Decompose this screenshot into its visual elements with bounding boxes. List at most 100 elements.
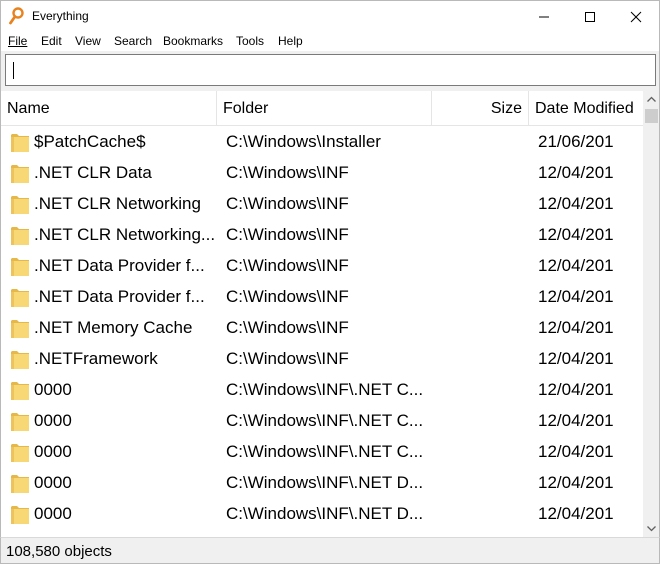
object-count: 108,580 objects — [6, 543, 112, 560]
menu-bookmarks[interactable]: Bookmarks — [163, 34, 223, 48]
cell-name: $PatchCache$ — [34, 132, 146, 151]
maximize-button[interactable] — [567, 1, 613, 32]
folder-icon — [11, 320, 29, 338]
text-caret — [13, 62, 14, 79]
search-area — [0, 51, 660, 91]
cell-date-modified: 12/04/201 — [538, 225, 614, 244]
table-row[interactable]: .NET Data Provider f... C:\Windows\INF 12/… — [1, 282, 643, 313]
folder-icon — [11, 444, 29, 462]
column-header: Name Folder Size Date Modified — [1, 91, 643, 126]
cell-name: .NET Data Provider f... — [34, 287, 205, 306]
cell-date-modified: 12/04/201 — [538, 318, 614, 337]
cell-folder: C:\Windows\INF — [226, 163, 349, 182]
cell-date-modified: 12/04/201 — [538, 504, 614, 523]
cell-name: .NET CLR Data — [34, 163, 152, 182]
title-bar: Everything — [0, 0, 660, 31]
table-row[interactable]: .NET CLR Data C:\Windows\INF 12/04/201 — [1, 158, 643, 189]
column-label: Size — [490, 100, 522, 117]
scrollbar-thumb[interactable] — [645, 109, 658, 123]
cell-name: 0000 — [34, 380, 72, 399]
vertical-scrollbar[interactable] — [643, 91, 660, 537]
menu-tools[interactable]: Tools — [236, 34, 264, 48]
folder-icon — [11, 506, 29, 524]
table-row[interactable]: .NET CLR Networking C:\Windows\INF 12/04/2… — [1, 189, 643, 220]
cell-name: .NET Data Provider f... — [34, 256, 205, 275]
folder-icon — [11, 227, 29, 245]
cell-name: .NET CLR Networking — [34, 194, 201, 213]
results-list[interactable]: Name Folder Size Date Modified $PatchCac… — [0, 91, 660, 537]
table-row[interactable]: $PatchCache$ C:\Windows\Installer 21/06/20… — [1, 127, 643, 158]
cell-name: 0000 — [34, 411, 72, 430]
window-title: Everything — [32, 9, 89, 23]
cell-folder: C:\Windows\INF — [226, 194, 349, 213]
menu-label: Edit — [41, 34, 62, 48]
folder-icon — [11, 165, 29, 183]
menu-search[interactable]: Search — [114, 34, 152, 48]
table-row[interactable]: .NETFramework C:\Windows\INF 12/04/201 — [1, 344, 643, 375]
cell-date-modified: 12/04/201 — [538, 194, 614, 213]
magnifier-icon[interactable] — [9, 7, 25, 25]
cell-folder: C:\Windows\Installer — [226, 132, 381, 151]
cell-name: .NETFramework — [34, 349, 158, 368]
cell-name: 0000 — [34, 473, 72, 492]
menu-help[interactable]: Help — [278, 34, 303, 48]
column-name[interactable]: Name — [1, 91, 217, 126]
cell-name: 0000 — [34, 504, 72, 523]
table-row[interactable]: 0000 C:\Windows\INF\.NET C... 12/04/201 — [1, 406, 643, 437]
column-date-modified[interactable]: Date Modified — [529, 91, 643, 126]
cell-folder: C:\Windows\INF\.NET D... — [226, 504, 424, 523]
column-label: Folder — [223, 100, 269, 117]
menu-file[interactable]: File — [8, 34, 27, 48]
cell-folder: C:\Windows\INF\.NET D... — [226, 473, 424, 492]
cell-folder: C:\Windows\INF\.NET C... — [226, 411, 424, 430]
cell-folder: C:\Windows\INF — [226, 225, 349, 244]
cell-folder: C:\Windows\INF\.NET C... — [226, 442, 424, 461]
minimize-button[interactable] — [521, 1, 567, 32]
menu-label: Tools — [236, 34, 265, 48]
close-icon — [630, 11, 642, 23]
menu-label: File — [8, 34, 28, 48]
scroll-up-icon[interactable] — [643, 91, 660, 108]
folder-icon — [11, 289, 29, 307]
scroll-down-icon[interactable] — [643, 520, 660, 537]
table-row[interactable]: .NET Data Provider f... C:\Windows\INF 12/… — [1, 251, 643, 282]
menu-label: Search — [114, 34, 153, 48]
cell-folder: C:\Windows\INF — [226, 287, 349, 306]
cell-name: .NET Memory Cache — [34, 318, 193, 337]
folder-icon — [11, 382, 29, 400]
menu-edit[interactable]: Edit — [41, 34, 62, 48]
cell-date-modified: 12/04/201 — [538, 287, 614, 306]
folder-icon — [11, 258, 29, 276]
table-row[interactable]: 0000 C:\Windows\INF\.NET C... 12/04/201 — [1, 375, 643, 406]
column-folder[interactable]: Folder — [217, 91, 432, 126]
table-row[interactable]: 0000 C:\Windows\INF\.NET D... 12/04/201 — [1, 499, 643, 530]
menu-label: View — [75, 34, 101, 48]
search-input[interactable] — [5, 54, 656, 86]
cell-folder: C:\Windows\INF — [226, 349, 349, 368]
cell-date-modified: 12/04/201 — [538, 256, 614, 275]
folder-icon — [11, 351, 29, 369]
menu-view[interactable]: View — [75, 34, 101, 48]
column-label: Date Modified — [535, 100, 634, 117]
column-label: Name — [7, 100, 50, 117]
cell-folder: C:\Windows\INF\.NET C... — [226, 380, 424, 399]
maximize-icon — [585, 12, 595, 22]
cell-name: 0000 — [34, 442, 72, 461]
folder-icon — [11, 196, 29, 214]
cell-folder: C:\Windows\INF — [226, 318, 349, 337]
folder-icon — [11, 475, 29, 493]
cell-date-modified: 21/06/201 — [538, 132, 614, 151]
cell-date-modified: 12/04/201 — [538, 349, 614, 368]
table-row[interactable]: 0000 C:\Windows\INF\.NET C... 12/04/201 — [1, 437, 643, 468]
table-row[interactable] — [1, 530, 643, 537]
table-row[interactable]: 0000 C:\Windows\INF\.NET D... 12/04/201 — [1, 468, 643, 499]
table-row[interactable]: .NET Memory Cache C:\Windows\INF 12/04/201 — [1, 313, 643, 344]
folder-icon — [11, 413, 29, 431]
cell-folder: C:\Windows\INF — [226, 256, 349, 275]
column-size[interactable]: Size — [432, 91, 529, 126]
menu-label: Bookmarks — [163, 34, 224, 48]
menu-label: Help — [278, 34, 303, 48]
close-button[interactable] — [613, 1, 659, 32]
table-row[interactable]: .NET CLR Networking... C:\Windows\INF 12/0… — [1, 220, 643, 251]
menu-bar: File Edit View Search Bookmarks Tools He… — [0, 31, 660, 51]
